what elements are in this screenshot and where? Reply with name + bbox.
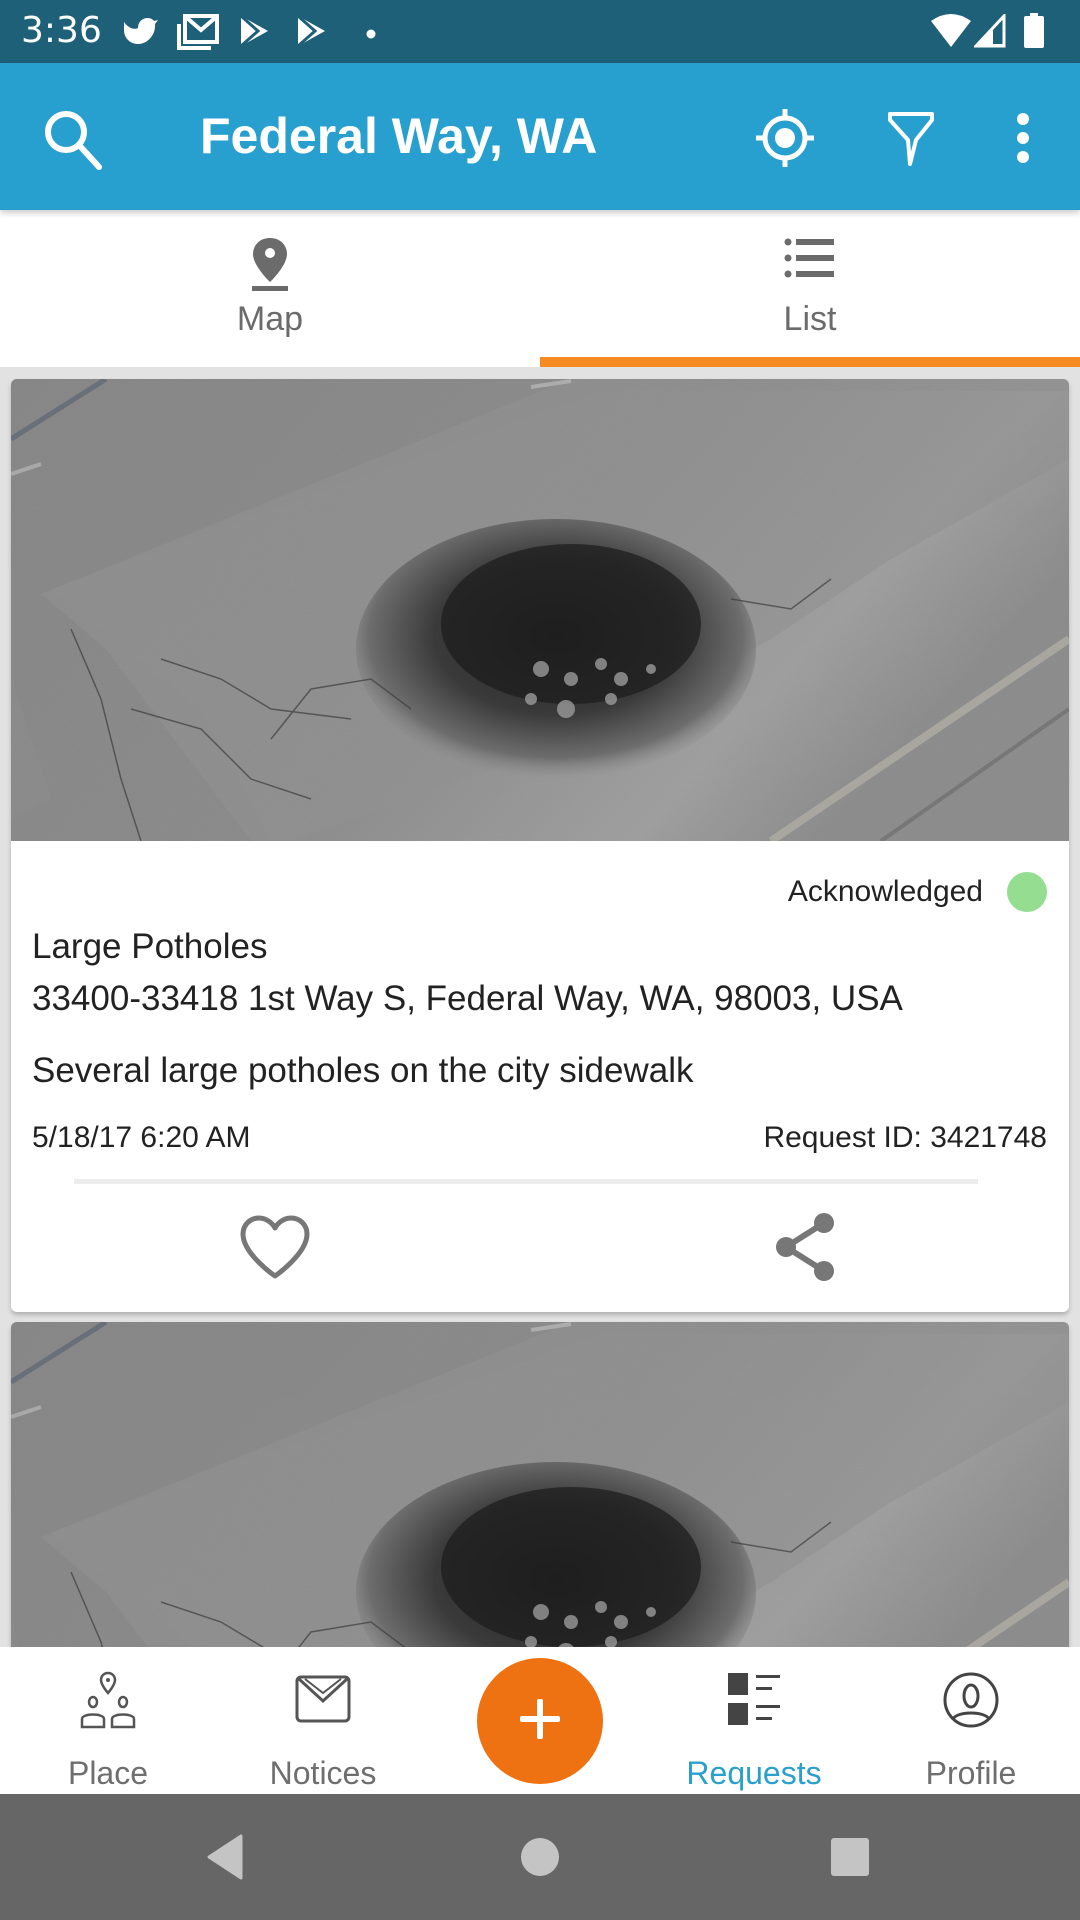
overflow-menu-icon[interactable]: [988, 103, 1058, 173]
status-time: 3:36: [21, 10, 102, 51]
nav-notices-label: Notices: [269, 1755, 377, 1791]
request-card[interactable]: Acknowledged Large Potholes 33400-33418 …: [11, 379, 1069, 1312]
back-icon: [205, 1834, 245, 1885]
my-location-icon[interactable]: [750, 103, 820, 173]
status-badge: Acknowledged: [788, 872, 1047, 912]
play-store-icon: [295, 14, 329, 53]
recents-icon: [830, 1837, 870, 1882]
nav-profile-label: Profile: [925, 1755, 1017, 1791]
more-notifications-dot-icon: [366, 26, 376, 44]
nav-notices[interactable]: Notices: [223, 1647, 423, 1794]
request-id: Request ID: 3421748: [763, 1121, 1047, 1154]
search-icon[interactable]: [37, 103, 107, 173]
tab-list-label: List: [783, 300, 837, 338]
recents-button[interactable]: [815, 1824, 885, 1894]
home-icon: [520, 1837, 560, 1882]
request-address: 33400-33418 1st Way S, Federal Way, WA, …: [32, 979, 903, 1018]
request-description: Several large potholes on the city sidew…: [32, 1051, 694, 1090]
tab-list[interactable]: List: [540, 210, 1080, 367]
view-tabs: Map List: [0, 210, 1080, 367]
like-heart-icon: [239, 1214, 311, 1285]
tab-map-label: Map: [236, 300, 304, 338]
request-photo[interactable]: [11, 379, 1069, 841]
share-button[interactable]: [760, 1204, 850, 1294]
tab-map[interactable]: Map: [0, 210, 540, 367]
request-title: Large Potholes: [32, 927, 268, 966]
system-navigation-bar: [0, 1794, 1080, 1920]
battery-icon: [1023, 13, 1045, 54]
bird-app-icon: [120, 14, 160, 53]
gmail-icon: [177, 14, 219, 55]
nav-requests[interactable]: Requests: [654, 1647, 854, 1794]
list-icon: [784, 236, 836, 285]
card-divider: [74, 1179, 978, 1184]
app-bar: Federal Way, WA: [0, 63, 1080, 210]
status-bar: 3:36: [0, 0, 1080, 63]
status-dot-icon: [1007, 872, 1047, 912]
add-icon: [518, 1697, 562, 1746]
back-button[interactable]: [190, 1824, 260, 1894]
nav-place[interactable]: Place: [8, 1647, 208, 1794]
location-title[interactable]: Federal Way, WA: [200, 107, 597, 165]
map-pin-icon: [250, 236, 290, 297]
like-button[interactable]: [230, 1204, 320, 1294]
home-button[interactable]: [505, 1824, 575, 1894]
wifi-icon: [930, 13, 972, 54]
place-icon: [76, 1671, 140, 1734]
request-date: 5/18/17 6:20 AM: [32, 1121, 251, 1154]
request-card[interactable]: [11, 1322, 1069, 1647]
share-icon: [772, 1211, 838, 1288]
status-text: Acknowledged: [787, 875, 983, 908]
requests-list[interactable]: Acknowledged Large Potholes 33400-33418 …: [0, 367, 1080, 1647]
play-store-icon: [238, 14, 272, 53]
nav-place-label: Place: [67, 1755, 149, 1791]
profile-icon: [942, 1671, 1000, 1734]
filter-icon[interactable]: [876, 103, 946, 173]
add-request-button[interactable]: [477, 1658, 603, 1784]
cell-signal-icon: [972, 12, 1006, 53]
active-tab-indicator: [540, 357, 1080, 367]
nav-requests-label: Requests: [686, 1755, 822, 1791]
requests-icon: [726, 1671, 782, 1732]
nav-profile[interactable]: Profile: [871, 1647, 1071, 1794]
request-photo[interactable]: [11, 1322, 1069, 1647]
notices-envelope-icon: [295, 1675, 351, 1728]
